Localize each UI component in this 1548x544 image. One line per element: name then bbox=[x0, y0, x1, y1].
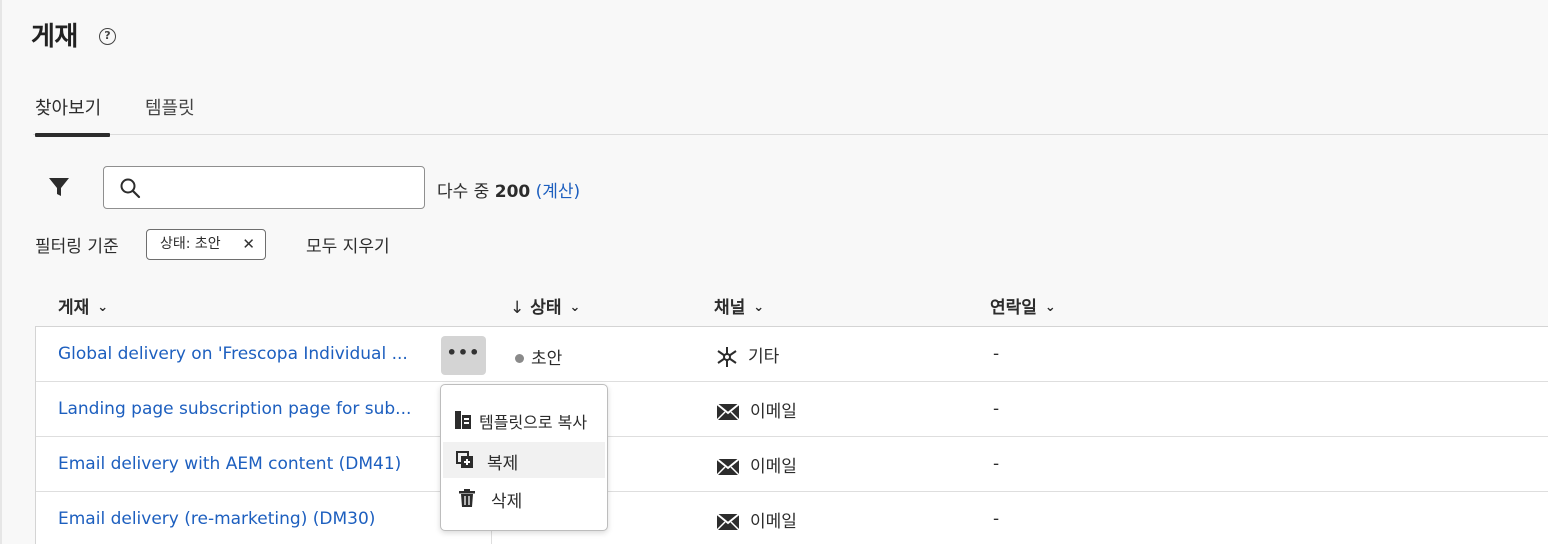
delivery-name-link[interactable]: Email delivery (re-marketing) (DM30) bbox=[58, 509, 375, 529]
chevron-down-icon: ⌄ bbox=[569, 300, 581, 315]
channel-label: 이메일 bbox=[750, 402, 797, 422]
tab-templates[interactable]: 템플릿 bbox=[145, 94, 195, 120]
envelope-icon bbox=[716, 513, 740, 531]
close-icon[interactable]: ✕ bbox=[242, 230, 255, 259]
filter-by-label: 필터링 기준 bbox=[35, 237, 119, 257]
tabs-divider bbox=[33, 134, 1548, 135]
clear-all-button[interactable]: 모두 지우기 bbox=[306, 232, 390, 257]
count-prefix: 다수 중 bbox=[437, 182, 495, 202]
menu-item-label: 템플릿으로 복사 bbox=[479, 413, 588, 432]
channel-label: 이메일 bbox=[750, 512, 797, 532]
channel-cell: 이메일 bbox=[716, 507, 797, 532]
status-label: 초안 bbox=[531, 349, 563, 369]
tab-selected-indicator bbox=[35, 133, 110, 137]
column-header-channel[interactable]: 채널 ⌄ bbox=[714, 293, 764, 318]
table-row[interactable]: Email delivery (re-marketing) (DM30) 이메일… bbox=[36, 492, 1548, 544]
filter-chip-status[interactable]: 상태: 초안 ✕ bbox=[146, 229, 266, 260]
column-header-contact-date[interactable]: 연락일 ⌄ bbox=[990, 293, 1056, 318]
count-value: 200 bbox=[494, 182, 531, 202]
more-actions-button[interactable]: ••• bbox=[441, 336, 486, 375]
help-circle-icon[interactable]: ? bbox=[99, 28, 116, 45]
column-header-status[interactable]: ↓ 상태 ⌄ bbox=[510, 293, 580, 318]
column-header-publication[interactable]: 게재 ⌄ bbox=[58, 293, 108, 318]
status-cell: 초안 bbox=[515, 344, 562, 369]
channel-cell: 이메일 bbox=[716, 397, 797, 422]
filter-icon[interactable] bbox=[48, 176, 70, 198]
column-label: 게재 bbox=[58, 298, 90, 318]
table-row[interactable]: Landing page subscription page for sub..… bbox=[36, 382, 1548, 437]
delivery-name-link[interactable]: Email delivery with AEM content (DM41) bbox=[58, 454, 401, 474]
menu-item-copy-to-template[interactable]: 템플릿으로 복사 bbox=[441, 402, 607, 438]
copy-to-template-icon bbox=[455, 411, 471, 429]
chevron-down-icon: ⌄ bbox=[1044, 300, 1056, 315]
duplicate-icon bbox=[456, 451, 473, 468]
window-border bbox=[0, 0, 2, 544]
status-dot-icon bbox=[515, 354, 524, 363]
contact-date-cell: - bbox=[993, 509, 1000, 529]
channel-cell: 기타 bbox=[716, 342, 779, 368]
contact-date-cell: - bbox=[993, 399, 1000, 419]
channel-cell: 이메일 bbox=[716, 452, 797, 477]
network-icon bbox=[717, 347, 737, 367]
channel-label: 이메일 bbox=[750, 457, 797, 477]
deliveries-table: Global delivery on 'Frescopa Individual … bbox=[35, 326, 1548, 544]
search-icon bbox=[120, 178, 141, 199]
chevron-down-icon: ⌄ bbox=[97, 300, 109, 315]
trash-icon bbox=[459, 489, 475, 507]
contact-date-cell: - bbox=[993, 344, 1000, 364]
tab-browse[interactable]: 찾아보기 bbox=[35, 94, 101, 120]
menu-item-delete[interactable]: 삭제 bbox=[441, 480, 607, 516]
column-label: 상태 bbox=[530, 298, 562, 318]
column-label: 채널 bbox=[714, 298, 746, 318]
result-count: 다수 중 200 (계산) bbox=[437, 177, 580, 202]
table-row[interactable]: Global delivery on 'Frescopa Individual … bbox=[36, 327, 1548, 382]
calculate-link[interactable]: (계산) bbox=[536, 182, 581, 202]
search-field[interactable] bbox=[103, 166, 425, 209]
delivery-name-link[interactable]: Global delivery on 'Frescopa Individual … bbox=[58, 344, 408, 364]
channel-label: 기타 bbox=[748, 347, 780, 367]
search-input[interactable] bbox=[150, 175, 415, 201]
filter-chip-label: 상태: 초안 bbox=[160, 236, 221, 252]
menu-item-duplicate[interactable]: 복제 bbox=[443, 442, 605, 478]
envelope-icon bbox=[716, 403, 740, 421]
table-row[interactable]: Email delivery with AEM content (DM41) 이… bbox=[36, 437, 1548, 492]
menu-item-label: 삭제 bbox=[491, 492, 523, 512]
delivery-name-link[interactable]: Landing page subscription page for sub..… bbox=[58, 399, 411, 419]
chevron-down-icon: ⌄ bbox=[753, 300, 765, 315]
sort-arrow-icon: ↓ bbox=[510, 298, 525, 318]
menu-item-label: 복제 bbox=[487, 454, 519, 474]
contact-date-cell: - bbox=[993, 454, 1000, 474]
column-label: 연락일 bbox=[990, 298, 1037, 318]
row-actions-menu: 템플릿으로 복사 복제 삭제 bbox=[440, 384, 608, 531]
page-title: 게재 bbox=[31, 22, 78, 52]
envelope-icon bbox=[716, 458, 740, 476]
